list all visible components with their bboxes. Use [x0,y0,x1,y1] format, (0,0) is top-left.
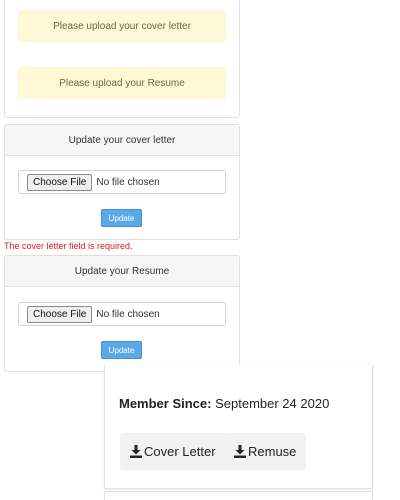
cover-letter-error-message: The cover letter field is required. [4,241,133,251]
cover-letter-alert-text: Please upload your cover letter [53,20,191,32]
member-since-line: Member Since: September 24 2020 [119,396,329,411]
resume-upload-card: Update your Resume Choose File No file c… [4,255,240,372]
cover-letter-alert: Please upload your cover letter [18,10,226,42]
download-icon [234,445,246,458]
resume-update-button[interactable]: Update [101,341,142,359]
cover-letter-file-status: No file chosen [96,176,160,188]
upload-alerts-card: Please upload your cover letter Please u… [4,0,240,118]
resume-file-input[interactable]: Choose File No file chosen [18,302,226,326]
resume-card-header: Update your Resume [5,256,239,287]
download-resume-label: Remuse [248,444,297,459]
resume-choose-file-button[interactable]: Choose File [27,305,93,323]
download-resume-button[interactable]: Remuse [224,433,307,470]
cover-letter-choose-file-button[interactable]: Choose File [27,173,93,191]
resume-alert-text: Please upload your Resume [59,77,185,89]
cover-letter-upload-card: Update your cover letter Choose File No … [4,124,240,240]
member-since-date: September 24 2020 [215,396,330,411]
resume-file-status: No file chosen [96,308,160,320]
next-card-edge [104,491,373,500]
cover-letter-card-header: Update your cover letter [5,125,239,156]
download-cover-letter-button[interactable]: Cover Letter [120,433,226,470]
resume-card-title: Update your Resume [74,265,170,277]
cover-letter-card-title: Update your cover letter [68,134,176,146]
download-cover-letter-label: Cover Letter [144,444,216,459]
cover-letter-file-input[interactable]: Choose File No file chosen [18,170,226,194]
member-info-card: Member Since: September 24 2020 Cover Le… [104,365,373,489]
resume-alert: Please upload your Resume [18,67,226,99]
member-since-label: Member Since: [119,396,212,411]
download-icon [130,445,142,458]
cover-letter-update-button[interactable]: Update [101,209,142,227]
